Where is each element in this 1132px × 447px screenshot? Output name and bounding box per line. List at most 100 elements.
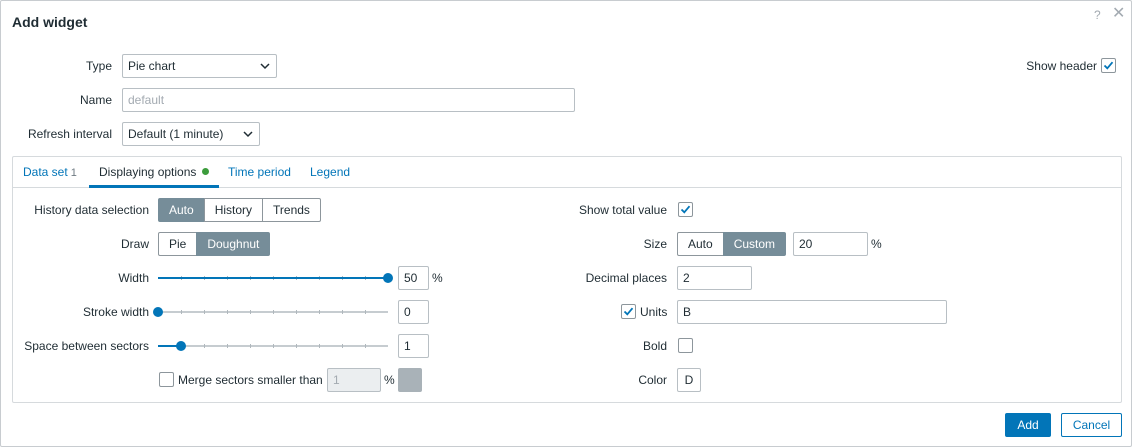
slider-thumb[interactable] [153,307,163,317]
slider-tick [227,344,228,348]
slider-tick [342,344,343,348]
name-field[interactable]: default [122,88,575,112]
checkmark-icon [1103,61,1114,70]
type-label: Type [85,59,112,73]
width-unit: % [432,271,443,285]
slider-tick [227,310,228,314]
tab-data-set-label: Data set [23,165,68,179]
tab-data-set[interactable]: Data set 1 [23,157,77,188]
type-select[interactable]: Pie chart [122,54,277,78]
history-option-auto[interactable]: Auto [158,198,205,222]
show-total-value-label: Show total value [578,203,667,217]
refresh-interval-select[interactable]: Default (1 minute) [122,122,260,146]
history-data-selection-label: History data selection [34,203,149,217]
show-header-label: Show header [1026,59,1097,73]
merge-sectors-color-swatch[interactable] [398,368,422,392]
show-total-value-checkbox[interactable] [678,202,693,217]
chevron-down-icon [260,63,270,70]
width-value: 50 [404,271,418,285]
name-placeholder: default [128,93,165,107]
slider-tick [365,344,366,348]
size-unit: % [871,237,882,251]
refresh-interval-value: Default (1 minute) [128,127,224,141]
show-header-checkbox[interactable] [1101,58,1116,73]
slider-tick [342,310,343,314]
slider-tick [319,344,320,348]
color-picker[interactable]: D [677,368,701,392]
cancel-button[interactable]: Cancel [1061,413,1122,437]
refresh-interval-label: Refresh interval [27,127,112,141]
bold-label: Bold [642,339,667,353]
slider-tick [273,310,274,314]
decimal-places-value: 2 [683,271,690,285]
checkmark-icon [680,205,691,214]
width-label: Width [118,271,149,285]
tab-time-period[interactable]: Time period [228,157,291,188]
size-segmented: Auto Custom [677,232,787,256]
name-label: Name [79,93,112,107]
history-option-trends[interactable]: Trends [262,198,321,222]
dialog-title: Add widget [12,14,88,30]
decimal-places-input[interactable]: 2 [677,266,752,290]
bold-checkbox[interactable] [678,338,693,353]
close-icon[interactable]: ✕ [1112,6,1125,22]
type-select-value: Pie chart [128,59,176,73]
draw-option-doughnut[interactable]: Doughnut [196,232,271,256]
slider-tick [204,310,205,314]
size-label: Size [643,237,667,251]
help-icon[interactable]: ? [1094,8,1101,22]
width-input[interactable]: 50 [398,266,429,290]
space-between-sectors-label: Space between sectors [24,339,149,353]
color-value: D [684,373,694,387]
stroke-width-label: Stroke width [82,305,149,319]
color-label: Color [638,373,667,387]
stroke-width-value: 0 [404,305,411,319]
history-option-history[interactable]: History [203,198,264,222]
size-value: 20 [799,237,813,251]
slider-thumb[interactable] [176,341,186,351]
draw-label: Draw [120,237,149,251]
size-input[interactable]: 20 [793,232,868,256]
space-between-sectors-input[interactable]: 1 [398,334,429,358]
merge-sectors-checkbox[interactable] [159,372,174,387]
units-input[interactable]: B [677,300,947,324]
slider-tick [250,310,251,314]
merge-sectors-label: Merge sectors smaller than [178,373,323,387]
tab-panel: Data set 1 Displaying options Time period… [12,156,1122,403]
size-option-custom[interactable]: Custom [722,232,787,256]
draw-option-pie[interactable]: Pie [158,232,198,256]
tab-displaying-options-label: Displaying options [99,165,197,179]
add-button[interactable]: Add [1005,413,1051,437]
slider-tick [204,344,205,348]
slider-tick [181,310,182,314]
tab-displaying-options[interactable]: Displaying options [89,157,220,188]
merge-sectors-input[interactable]: 1 [327,368,381,392]
stroke-width-input[interactable]: 0 [398,300,429,324]
tab-bar: Data set 1 Displaying options Time period… [13,157,1121,188]
size-option-auto[interactable]: Auto [677,232,724,256]
slider-thumb[interactable] [383,273,393,283]
space-between-sectors-slider[interactable] [158,340,388,352]
history-data-selection-segmented: Auto History Trends [158,198,321,222]
draw-segmented: Pie Doughnut [158,232,271,256]
checkmark-icon [623,307,634,316]
width-slider[interactable] [158,272,393,284]
tab-data-set-count: 1 [70,167,77,179]
units-checkbox[interactable] [621,304,636,319]
slider-tick [250,344,251,348]
changed-indicator-icon [202,168,210,175]
decimal-places-label: Decimal places [585,271,667,285]
slider-tick [365,310,366,314]
slider-tick [296,344,297,348]
slider-fill [158,277,388,279]
stroke-width-slider[interactable] [153,306,388,318]
merge-sectors-unit: % [384,373,395,387]
space-between-sectors-value: 1 [404,339,411,353]
slider-tick [296,310,297,314]
slider-tick [319,310,320,314]
chevron-down-icon [243,131,253,138]
merge-sectors-value: 1 [333,373,340,387]
slider-tick [273,344,274,348]
tab-legend[interactable]: Legend [310,157,350,188]
units-value: B [683,305,692,319]
